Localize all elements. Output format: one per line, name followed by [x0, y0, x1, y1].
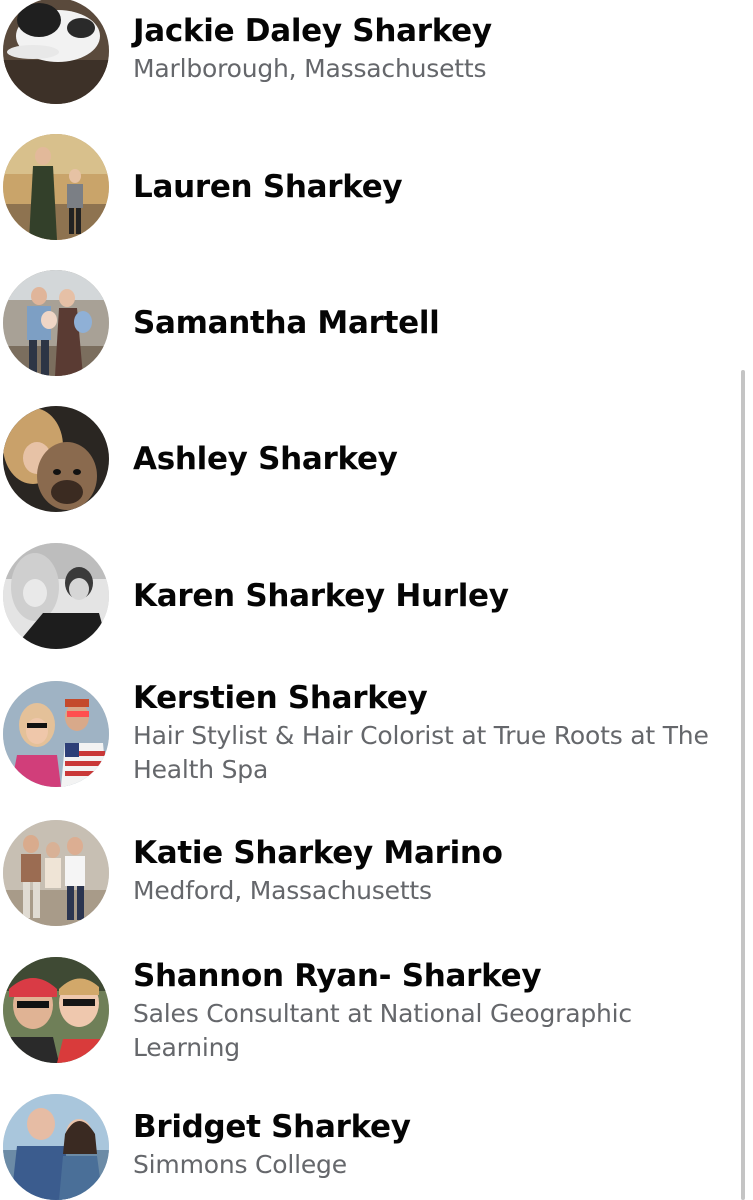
- friend-name[interactable]: Kerstien Sharkey: [133, 679, 733, 717]
- avatar[interactable]: [3, 406, 109, 512]
- friend-row[interactable]: Shannon Ryan- Sharkey Sales Consultant a…: [0, 957, 740, 1077]
- avatar[interactable]: [3, 957, 109, 1063]
- friend-subtitle: Simmons College: [133, 1150, 347, 1179]
- friend-row[interactable]: Samantha Martell: [0, 270, 740, 390]
- friend-name[interactable]: Jackie Daley Sharkey: [133, 12, 733, 50]
- avatar[interactable]: [3, 0, 109, 104]
- friend-row[interactable]: Ashley Sharkey: [0, 406, 740, 526]
- friends-list: Jackie Daley Sharkey Marlborough, Massac…: [0, 0, 753, 1200]
- friend-name[interactable]: Katie Sharkey Marino: [133, 834, 733, 872]
- friend-name[interactable]: Bridget Sharkey: [133, 1108, 733, 1146]
- friend-subtitle: Sales Consultant at National Geographic …: [133, 999, 632, 1062]
- friend-row[interactable]: Katie Sharkey Marino Medford, Massachuse…: [0, 820, 740, 940]
- avatar[interactable]: [3, 681, 109, 787]
- avatar[interactable]: [3, 820, 109, 926]
- friend-row[interactable]: Kerstien Sharkey Hair Stylist & Hair Col…: [0, 679, 740, 801]
- avatar[interactable]: [3, 1094, 109, 1200]
- friend-name[interactable]: Karen Sharkey Hurley: [133, 577, 733, 615]
- friend-subtitle: Hair Stylist & Hair Colorist at True Roo…: [133, 721, 709, 784]
- friend-name[interactable]: Lauren Sharkey: [133, 168, 733, 206]
- friend-name[interactable]: Shannon Ryan- Sharkey: [133, 957, 733, 995]
- friend-subtitle: Medford, Massachusetts: [133, 876, 432, 905]
- friend-row[interactable]: Karen Sharkey Hurley: [0, 543, 740, 663]
- scrollbar[interactable]: [741, 370, 745, 1200]
- avatar[interactable]: [3, 543, 109, 649]
- friend-name[interactable]: Samantha Martell: [133, 304, 733, 342]
- avatar[interactable]: [3, 134, 109, 240]
- avatar[interactable]: [3, 270, 109, 376]
- friend-row[interactable]: Jackie Daley Sharkey Marlborough, Massac…: [0, 0, 740, 118]
- friend-subtitle: Marlborough, Massachusetts: [133, 54, 487, 83]
- friend-row[interactable]: Bridget Sharkey Simmons College: [0, 1094, 740, 1200]
- friend-name[interactable]: Ashley Sharkey: [133, 440, 733, 478]
- friend-row[interactable]: Lauren Sharkey: [0, 134, 740, 254]
